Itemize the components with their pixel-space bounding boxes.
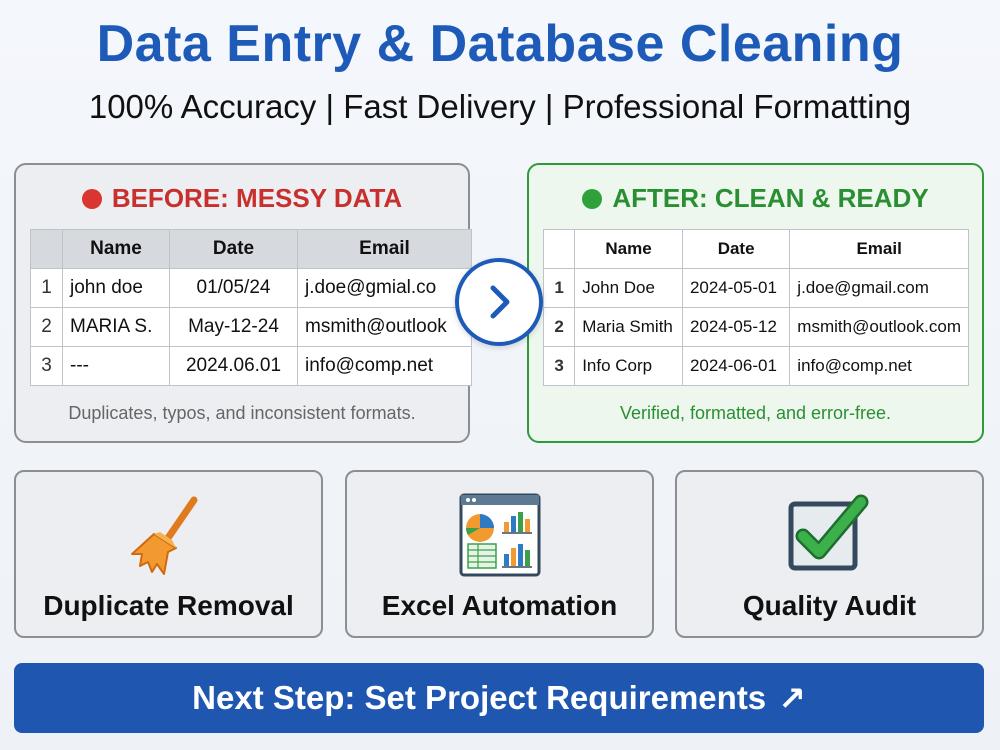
name-cell: MARIA S. [62,307,170,347]
table-row: 2 MARIA S. May-12-24 msmith@outlook [30,307,472,347]
before-panel: BEFORE: MESSY DATA Name Date Email 1 joh… [14,163,472,443]
name-cell: Info Corp [574,346,683,386]
feature-card-duplicate-removal[interactable]: Duplicate Removal [14,470,323,638]
arrow-up-right-icon: ↗ [778,679,806,717]
transform-arrow-button[interactable] [455,258,543,346]
date-cell: 2024-05-12 [681,307,791,347]
table-row: 1 John Doe 2024-05-01 j.doe@gmail.com [542,268,969,308]
feature-label: Duplicate Removal [43,590,294,621]
row-number: 3 [30,346,63,386]
feature-card-quality-audit[interactable]: Quality Audit [675,470,984,638]
name-cell: john doe [62,268,170,308]
row-number: 1 [30,268,63,308]
date-cell: 2024-06-01 [681,346,791,386]
after-panel: AFTER: CLEAN & READY Name Date Email 1 J… [527,163,984,443]
column-header-email: Email [297,229,472,269]
table-row: 3 --- 2024.06.01 info@comp.net [30,346,472,386]
column-header [30,229,63,269]
before-footnote: Duplicates, typos, and inconsistent form… [68,403,416,423]
chevron-right-icon [490,285,510,319]
date-cell: 01/05/24 [169,268,298,308]
column-header [542,229,576,269]
spreadsheet-chart-icon [459,493,540,577]
column-header-date: Date [681,229,791,269]
red-dot-icon [81,189,102,209]
email-cell: info@comp.net [789,346,969,386]
table-header-row: Name Date Email [542,229,969,269]
checkbox-checked-icon [788,494,868,571]
before-table: Name Date Email 1 john doe 01/05/24 j.do… [30,229,472,386]
page-subtitle: 100% Accuracy | Fast Delivery | Professi… [88,88,912,125]
feature-label: Excel Automation [381,590,618,621]
next-step-button[interactable]: Next Step: Set Project Requirements ↗ [14,663,984,733]
column-header-date: Date [169,229,298,269]
column-header-email: Email [789,229,969,269]
email-cell: msmith@outlook [297,307,472,347]
column-header-name: Name [62,229,170,269]
row-number: 1 [542,268,576,308]
row-number: 3 [542,346,576,386]
email-cell: j.doe@gmial.co [297,268,472,308]
table-header-row: Name Date Email [30,229,472,269]
before-heading: BEFORE: MESSY DATA [16,183,468,214]
table-row: 2 Maria Smith 2024-05-12 msmith@outlook.… [542,307,969,347]
name-cell: --- [62,346,170,386]
table-row: 1 john doe 01/05/24 j.doe@gmial.co [30,268,472,308]
table-row: 3 Info Corp 2024-06-01 info@comp.net [542,346,969,386]
feature-card-excel-automation[interactable]: Excel Automation [345,470,654,638]
after-footnote: Verified, formatted, and error-free. [619,403,892,423]
after-table: Name Date Email 1 John Doe 2024-05-01 j.… [542,229,969,386]
feature-label: Quality Audit [742,590,917,621]
row-number: 2 [30,307,63,347]
date-cell: 2024.06.01 [169,346,298,386]
column-header-name: Name [574,229,683,269]
name-cell: Maria Smith [574,307,683,347]
after-heading: AFTER: CLEAN & READY [529,183,982,214]
name-cell: John Doe [574,268,683,308]
email-cell: msmith@outlook.com [789,307,969,347]
email-cell: info@comp.net [297,346,472,386]
date-cell: 2024-05-01 [681,268,791,308]
date-cell: May-12-24 [169,307,298,347]
page-title: Data Entry & Database Cleaning [96,15,904,73]
broom-icon [130,496,197,575]
green-dot-icon [582,189,603,209]
cta-label: Next Step: Set Project Requirements [192,679,767,716]
row-number: 2 [542,307,576,347]
email-cell: j.doe@gmail.com [789,268,969,308]
